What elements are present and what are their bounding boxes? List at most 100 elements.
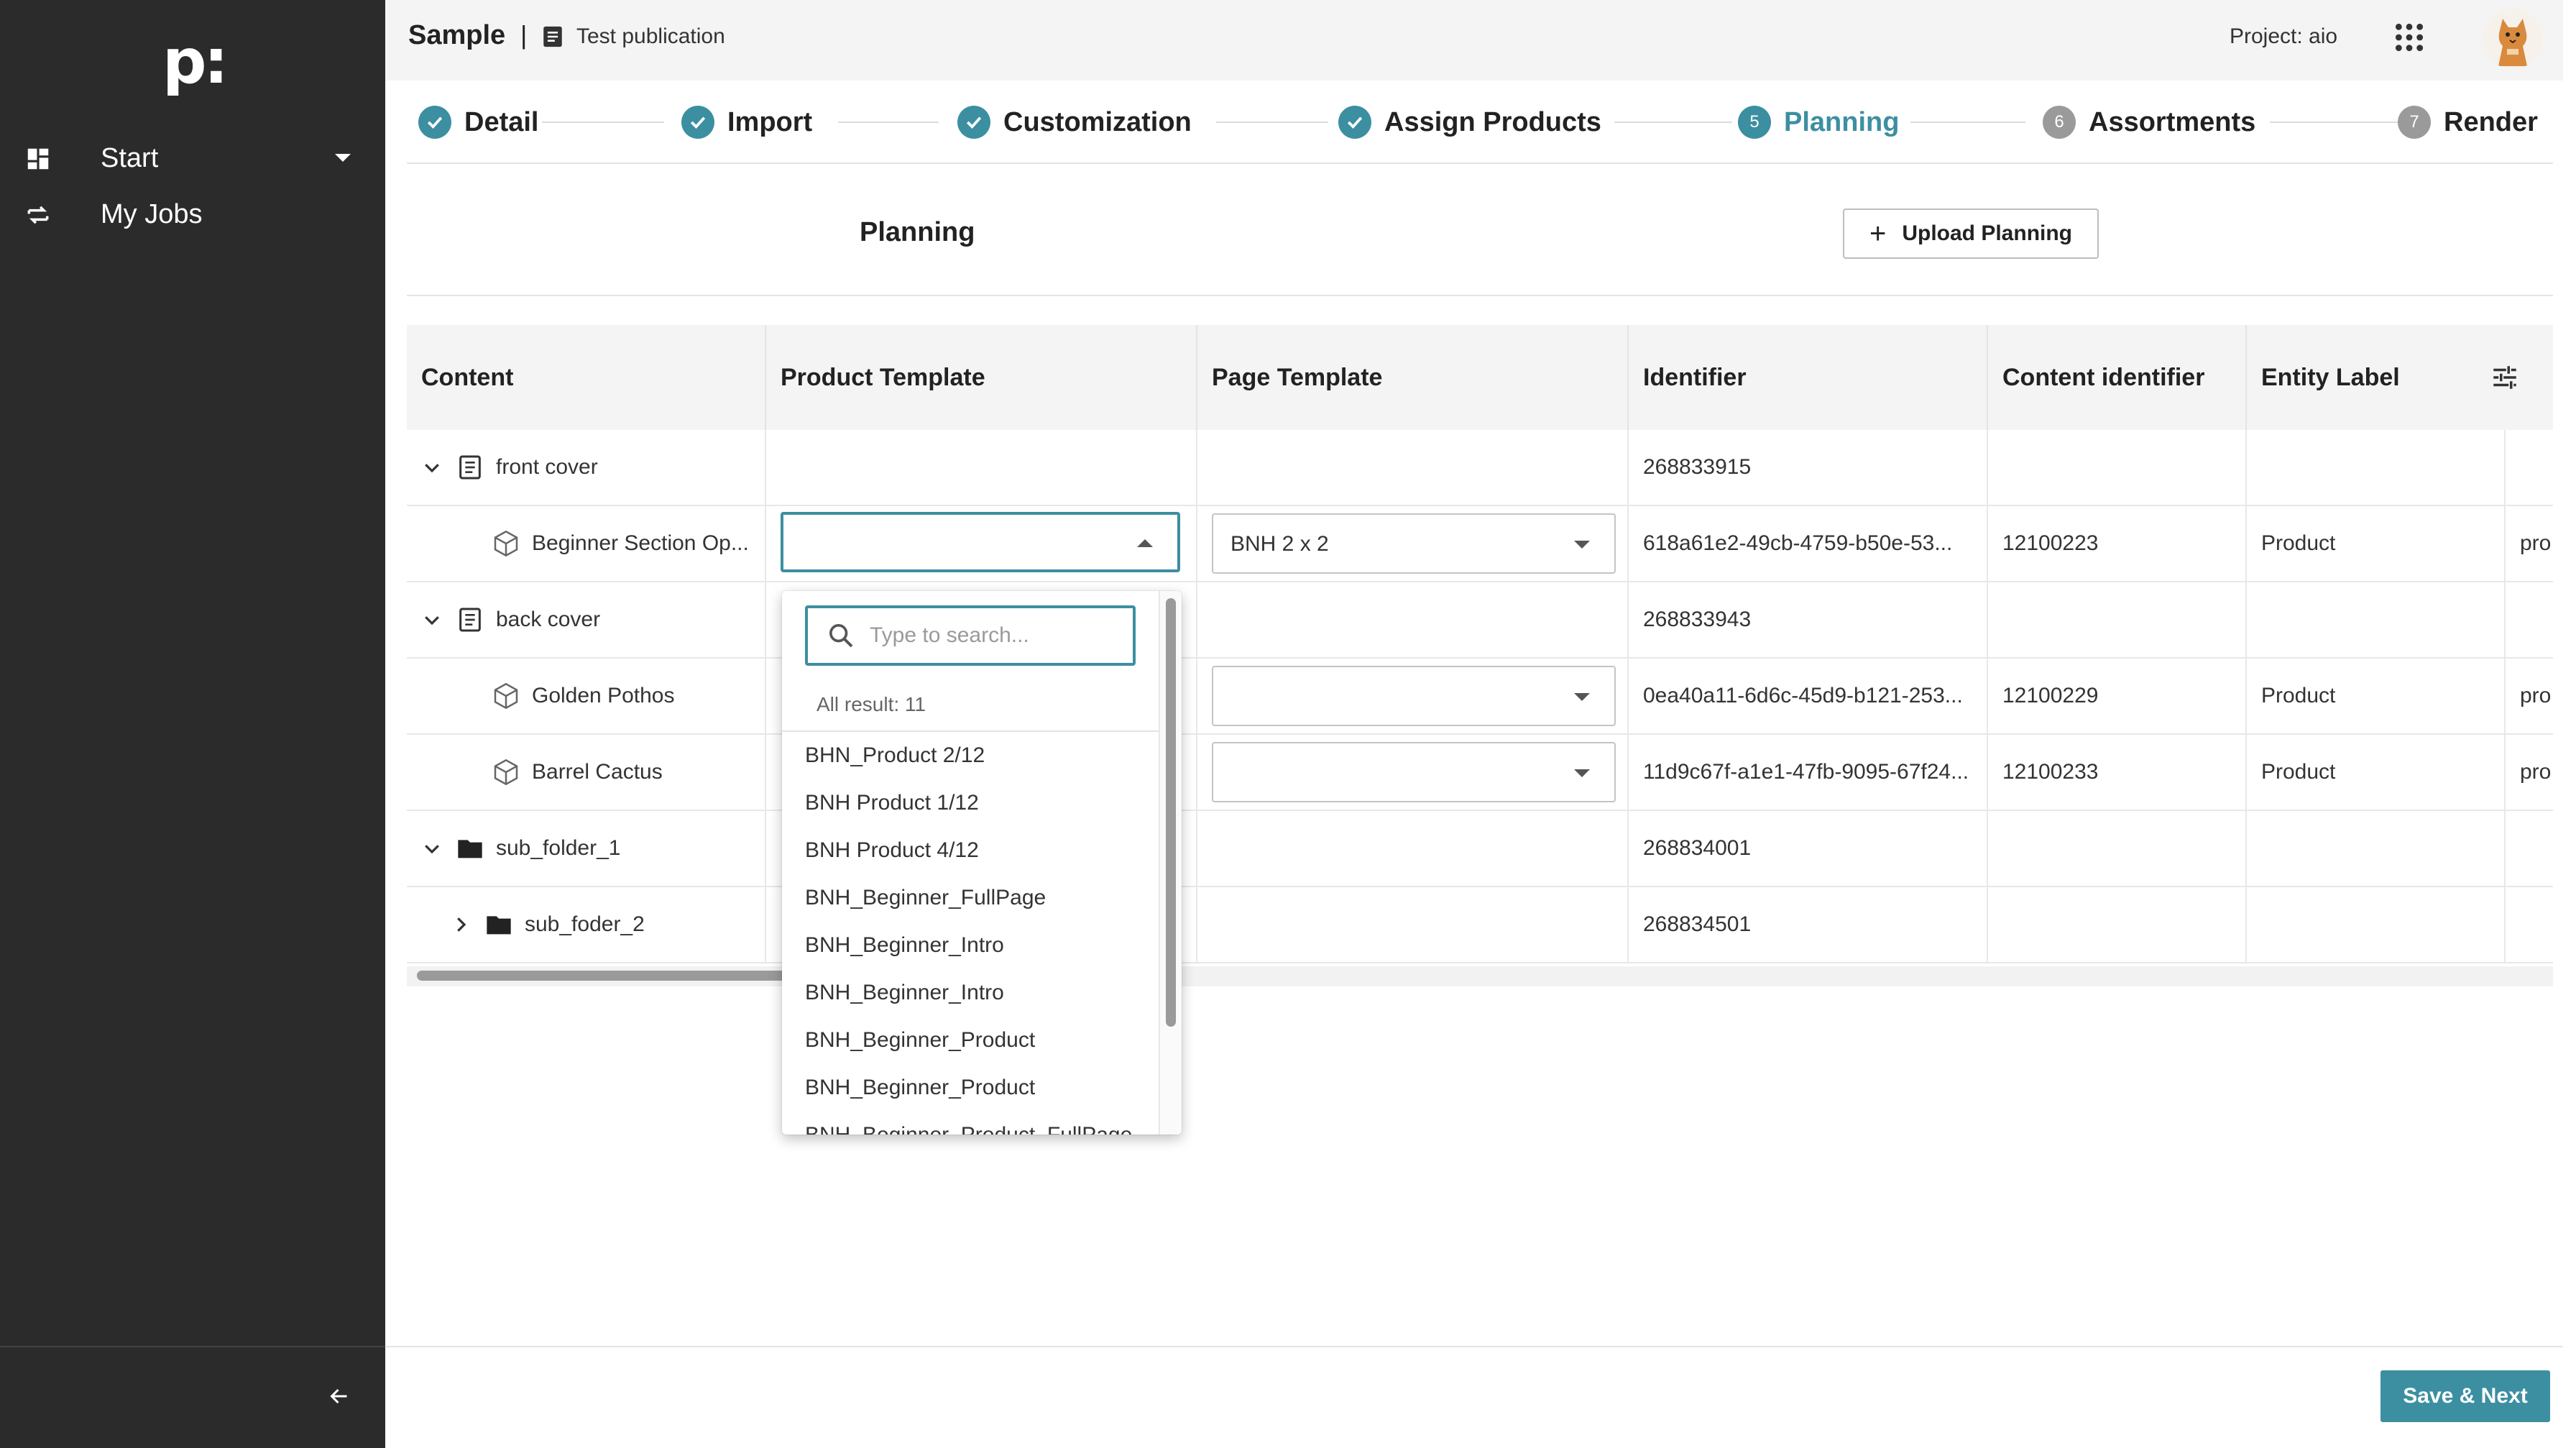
step-assign-products[interactable]: Assign Products xyxy=(1338,81,1601,164)
page-icon xyxy=(459,455,481,480)
step-planning[interactable]: 5 Planning xyxy=(1738,81,1899,164)
page-template-select[interactable] xyxy=(1212,742,1616,802)
document-icon xyxy=(543,26,562,47)
column-header-content[interactable]: Content xyxy=(407,325,766,430)
app-logo[interactable]: p: xyxy=(162,31,229,93)
extra-cell: pro xyxy=(2520,684,2552,707)
dropdown-option[interactable]: BHN_Product 2/12 xyxy=(805,732,1150,779)
step-number: 6 xyxy=(2043,106,2076,139)
identifier-cell: 268834001 xyxy=(1629,811,1988,886)
step-connector xyxy=(1216,122,1328,123)
step-assortments[interactable]: 6 Assortments xyxy=(2043,81,2255,164)
avatar[interactable] xyxy=(2483,9,2543,69)
save-next-button[interactable]: Save & Next xyxy=(2380,1370,2550,1422)
chevron-down-icon[interactable] xyxy=(421,457,443,478)
dropdown-option[interactable]: BNH_Beginner_Product_FullPage xyxy=(805,1112,1150,1135)
step-label: Render xyxy=(2444,106,2538,137)
content-cell: Golden Pothos xyxy=(407,659,766,733)
check-circle-icon xyxy=(957,106,990,139)
step-customization[interactable]: Customization xyxy=(957,81,1192,164)
content-name: Barrel Cactus xyxy=(532,760,663,784)
publication-name[interactable]: Test publication xyxy=(576,24,725,49)
upload-planning-button[interactable]: + Upload Planning xyxy=(1843,209,2099,259)
column-header-identifier[interactable]: Identifier xyxy=(1629,325,1988,430)
caret-down-icon xyxy=(1574,541,1590,549)
dropdown-scrollbar-thumb[interactable] xyxy=(1166,598,1176,1027)
table-row[interactable]: Barrel Cactus 11d9c67f-a1e1-47fb-9095-67… xyxy=(407,735,2553,811)
dropdown-option[interactable]: BNH Product 4/12 xyxy=(805,827,1150,874)
title-separator: | xyxy=(520,20,528,50)
column-header-page-template[interactable]: Page Template xyxy=(1197,325,1629,430)
dashboard-icon xyxy=(27,148,49,170)
column-header-product-template[interactable]: Product Template xyxy=(766,325,1197,430)
step-label: Detail xyxy=(464,106,539,137)
page-template-cell xyxy=(1197,430,1629,505)
page-template-select[interactable]: BNH 2 x 2 xyxy=(1212,513,1616,574)
caret-down-icon xyxy=(1574,769,1590,777)
sidebar-item-my-jobs[interactable]: My Jobs xyxy=(0,188,385,240)
content-cell: Beginner Section Op... xyxy=(407,506,766,581)
extra-cell: pro xyxy=(2520,531,2552,555)
identifier-cell: 0ea40a11-6d6c-45d9-b121-253... xyxy=(1629,659,1988,733)
table-row[interactable]: sub_folder_1 268834001 xyxy=(407,811,2553,887)
dropdown-option[interactable]: BNH_Beginner_Product xyxy=(805,1064,1150,1112)
horizontal-scrollbar-thumb[interactable] xyxy=(417,971,791,981)
arrow-left-icon[interactable] xyxy=(326,1383,352,1409)
entity-label-cell xyxy=(2247,887,2506,962)
tune-icon[interactable] xyxy=(2490,362,2520,393)
step-detail[interactable]: Detail xyxy=(418,81,538,164)
dropdown-option[interactable]: BNH_Beginner_Intro xyxy=(805,922,1150,969)
step-render[interactable]: 7 Render xyxy=(2398,81,2538,164)
extra-cell xyxy=(2506,887,2553,962)
page-template-cell xyxy=(1197,811,1629,886)
project-label[interactable]: Project: aio xyxy=(2230,24,2337,49)
check-circle-icon xyxy=(1338,106,1371,139)
dropdown-option[interactable]: BNH_Beginner_Intro xyxy=(805,969,1150,1017)
step-connector xyxy=(1910,122,2025,123)
table-row[interactable]: back cover 268833943 xyxy=(407,582,2553,659)
app-title: Sample xyxy=(408,20,506,50)
dropdown-option[interactable]: BNH Product 1/12 xyxy=(805,779,1150,827)
dropdown-option[interactable]: BNH_Beginner_FullPage xyxy=(805,874,1150,922)
sidebar-item-start[interactable]: Start xyxy=(0,132,385,184)
entity-label-cell xyxy=(2247,582,2506,657)
caret-up-icon xyxy=(1137,539,1153,547)
content-cell: Barrel Cactus xyxy=(407,735,766,810)
step-label: Customization xyxy=(1003,106,1192,137)
folder-icon xyxy=(487,916,511,935)
table-row[interactable]: Golden Pothos 0ea40a11-6d6c-45d9-b121-25… xyxy=(407,659,2553,735)
page-template-cell xyxy=(1197,582,1629,657)
step-import[interactable]: Import xyxy=(681,81,812,164)
content-identifier-cell xyxy=(1988,887,2247,962)
search-input[interactable] xyxy=(870,620,1121,651)
step-label: Import xyxy=(727,106,813,137)
section-divider xyxy=(407,295,2553,296)
table-header: Content Product Template Page Template I… xyxy=(407,325,2553,430)
identifier-cell: 268833915 xyxy=(1629,430,1988,505)
dropdown-option[interactable]: BNH_Beginner_Product xyxy=(805,1017,1150,1064)
sidebar: p: Start My Jobs xyxy=(0,0,385,1448)
caret-down-icon[interactable] xyxy=(335,154,351,162)
chevron-right-icon[interactable] xyxy=(450,914,472,935)
table-row[interactable]: Beginner Section Op... 618a61e2-49cb-475… xyxy=(407,506,2553,582)
table-row[interactable]: front cover 268833915 xyxy=(407,430,2553,506)
content-identifier-cell: 12100233 xyxy=(1988,735,2247,810)
check-circle-icon xyxy=(681,106,714,139)
content-name: back cover xyxy=(496,608,601,631)
page-template-select[interactable] xyxy=(1212,666,1616,726)
caret-down-icon xyxy=(1574,693,1590,701)
chevron-down-icon[interactable] xyxy=(421,609,443,631)
dropdown-search-box[interactable] xyxy=(805,605,1136,666)
column-header-content-identifier[interactable]: Content identifier xyxy=(1988,325,2247,430)
product-box-icon xyxy=(494,682,518,710)
product-template-cell xyxy=(766,430,1197,505)
step-label: Assign Products xyxy=(1384,106,1601,137)
grid-dots-icon[interactable] xyxy=(2393,22,2425,53)
product-template-select[interactable] xyxy=(781,512,1180,572)
table-row[interactable]: sub_foder_2 268834501 xyxy=(407,887,2553,963)
product-box-icon xyxy=(494,759,518,786)
chevron-down-icon[interactable] xyxy=(421,838,443,859)
sidebar-item-label: My Jobs xyxy=(101,198,203,229)
folder-icon xyxy=(458,840,482,858)
content-identifier-cell: 12100229 xyxy=(1988,659,2247,733)
